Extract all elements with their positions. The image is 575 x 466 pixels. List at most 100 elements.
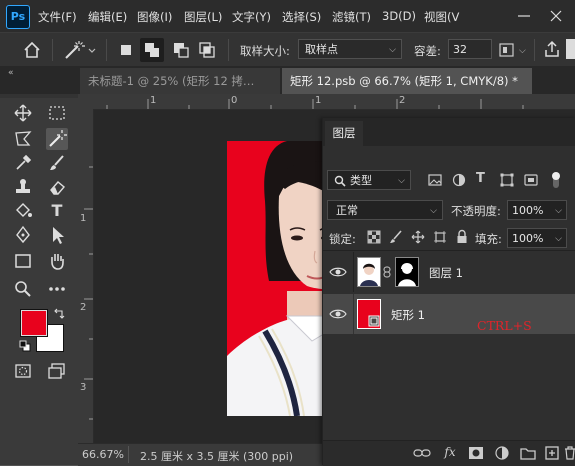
panel-header: 图层 xyxy=(323,118,575,146)
quick-mask-icon[interactable] xyxy=(12,360,34,382)
link-layers-icon[interactable] xyxy=(413,445,431,464)
portrait-photo xyxy=(227,141,337,416)
search-icon xyxy=(333,171,347,198)
layer-row-rectangle-1[interactable]: 矩形 1 CTRL+S xyxy=(323,294,575,334)
paint-bucket-tool-icon[interactable] xyxy=(12,200,34,222)
filter-adjustment-layer-icon[interactable] xyxy=(451,172,467,188)
home-icon[interactable] xyxy=(22,40,42,60)
menu-type[interactable]: 文字(Y) xyxy=(232,9,271,25)
layer-filter-dropdown[interactable]: 类型 ⌵ xyxy=(327,170,411,190)
minimize-icon[interactable] xyxy=(514,6,534,26)
lock-artboard-icon[interactable] xyxy=(433,230,447,244)
menu-3d[interactable]: 3D(D) xyxy=(382,9,416,23)
menu-select[interactable]: 选择(S) xyxy=(282,9,321,25)
filter-toggle-icon[interactable] xyxy=(549,170,563,190)
delete-layer-icon[interactable] xyxy=(561,445,575,464)
brush-tool-icon[interactable] xyxy=(46,152,68,174)
filter-type-layer-icon[interactable]: T xyxy=(476,171,485,186)
pen-tool-icon[interactable] xyxy=(12,224,34,246)
add-mask-icon[interactable] xyxy=(467,445,485,464)
filter-shape-layer-icon[interactable] xyxy=(499,172,515,188)
anti-alias-checkbox-icon[interactable] xyxy=(498,41,516,59)
sample-size-dropdown[interactable]: 取样点 ⌵ xyxy=(298,39,402,59)
menu-bar: Ps 文件(F) 编辑(E) 图像(I) 图层(L) 文字(Y) 选择(S) 滤… xyxy=(0,0,575,32)
chevron-down-icon[interactable]: ⌵ xyxy=(519,46,526,56)
rectangle-tool-icon[interactable] xyxy=(12,250,34,272)
lasso-tool-icon[interactable] xyxy=(12,128,34,150)
path-selection-tool-icon[interactable] xyxy=(46,224,68,246)
swap-colors-icon[interactable] xyxy=(52,308,66,322)
default-colors-icon[interactable] xyxy=(19,340,31,352)
tab-label: 矩形 12.psb @ 66.7% (矩形 1, CMYK/8) * xyxy=(290,74,518,88)
visibility-eye-icon[interactable] xyxy=(329,264,347,284)
mask-link-icon[interactable] xyxy=(383,266,391,278)
chevron-down-icon[interactable]: ⌵ xyxy=(555,201,562,221)
document-canvas[interactable] xyxy=(227,141,337,416)
eyedropper-tool-icon[interactable] xyxy=(12,152,34,174)
layer-thumbnail[interactable] xyxy=(357,299,381,329)
visibility-eye-icon[interactable] xyxy=(329,306,347,326)
collapse-panels-icon[interactable]: « xyxy=(8,68,14,78)
lock-transparent-pixels-icon[interactable] xyxy=(367,230,381,244)
intersect-selection-icon[interactable] xyxy=(196,39,218,61)
vertical-ruler[interactable]: 1 2 3 xyxy=(78,109,94,447)
menu-image[interactable]: 图像(I) xyxy=(137,9,172,25)
tab-layers[interactable]: 图层 xyxy=(325,121,363,146)
magic-wand-tool-icon[interactable] xyxy=(46,128,68,150)
new-selection-icon[interactable] xyxy=(118,42,134,58)
blend-mode-value: 正常 xyxy=(336,204,358,217)
menu-filter[interactable]: 滤镜(T) xyxy=(332,9,371,25)
new-adjustment-layer-icon[interactable] xyxy=(493,445,511,464)
menu-layer[interactable]: 图层(L) xyxy=(184,9,222,25)
lock-image-pixels-icon[interactable] xyxy=(389,230,403,244)
layer-name[interactable]: 图层 1 xyxy=(429,265,463,281)
share-icon[interactable] xyxy=(542,39,562,59)
marquee-tool-icon[interactable] xyxy=(46,102,68,124)
tolerance-label: 容差: xyxy=(414,44,441,58)
move-tool-icon[interactable] xyxy=(12,102,34,124)
zoom-tool-icon[interactable] xyxy=(12,278,34,300)
ruler-origin[interactable] xyxy=(78,94,92,109)
screen-mode-icon[interactable] xyxy=(46,360,68,382)
add-to-selection-icon[interactable] xyxy=(140,38,164,62)
more-tools-icon[interactable] xyxy=(46,278,68,300)
tools-panel: T xyxy=(0,94,79,465)
hand-tool-icon[interactable] xyxy=(46,250,68,272)
layers-panel-footer: fx xyxy=(323,440,575,466)
lock-all-icon[interactable] xyxy=(455,229,469,244)
foreground-color-swatch[interactable] xyxy=(21,310,47,336)
lock-position-icon[interactable] xyxy=(411,230,425,244)
clone-stamp-tool-icon[interactable] xyxy=(12,176,34,198)
subtract-from-selection-icon[interactable] xyxy=(170,39,192,61)
tolerance-value: 32 xyxy=(453,43,467,56)
fill-input[interactable]: 100% ⌵ xyxy=(507,228,567,248)
zoom-level[interactable]: 66.67% xyxy=(82,448,124,461)
filter-pixel-layer-icon[interactable] xyxy=(427,172,443,188)
chevron-down-icon[interactable]: ⌵ xyxy=(555,229,562,249)
layer-name[interactable]: 矩形 1 xyxy=(391,307,425,323)
photoshop-logo: Ps xyxy=(6,5,30,29)
menu-edit[interactable]: 编辑(E) xyxy=(88,9,127,25)
menu-file[interactable]: 文件(F) xyxy=(38,9,77,25)
close-icon[interactable] xyxy=(544,6,568,26)
layer-row-layer-1[interactable]: 图层 1 xyxy=(323,252,575,292)
layer-mask-thumbnail[interactable] xyxy=(395,257,419,287)
filter-smart-object-icon[interactable] xyxy=(523,172,539,188)
document-tab-bar: « 未标题-1 @ 25% (矩形 12 拷… 矩形 12.psb @ 66.7… xyxy=(0,66,575,94)
tab-document-active[interactable]: 矩形 12.psb @ 66.7% (矩形 1, CMYK/8) * xyxy=(282,68,532,94)
eraser-tool-icon[interactable] xyxy=(46,176,68,198)
layer-thumbnail[interactable] xyxy=(357,257,381,287)
blend-mode-dropdown[interactable]: 正常 ⌵ xyxy=(327,200,443,220)
tab-document-untitled[interactable]: 未标题-1 @ 25% (矩形 12 拷… xyxy=(80,68,280,94)
opacity-input[interactable]: 100% ⌵ xyxy=(507,200,567,220)
magic-wand-tool-preset-icon[interactable] xyxy=(62,39,98,61)
new-group-icon[interactable] xyxy=(519,445,537,464)
opacity-value: 100% xyxy=(512,204,544,217)
new-layer-icon[interactable] xyxy=(543,445,561,464)
menu-view[interactable]: 视图(V xyxy=(424,9,459,25)
layer-style-icon[interactable]: fx xyxy=(441,445,459,459)
type-tool-icon[interactable]: T xyxy=(46,200,68,222)
horizontal-ruler[interactable]: 1 0 1 2 xyxy=(92,94,575,110)
panel-toggle-icon[interactable] xyxy=(566,39,575,59)
tolerance-input[interactable]: 32 xyxy=(448,39,492,59)
